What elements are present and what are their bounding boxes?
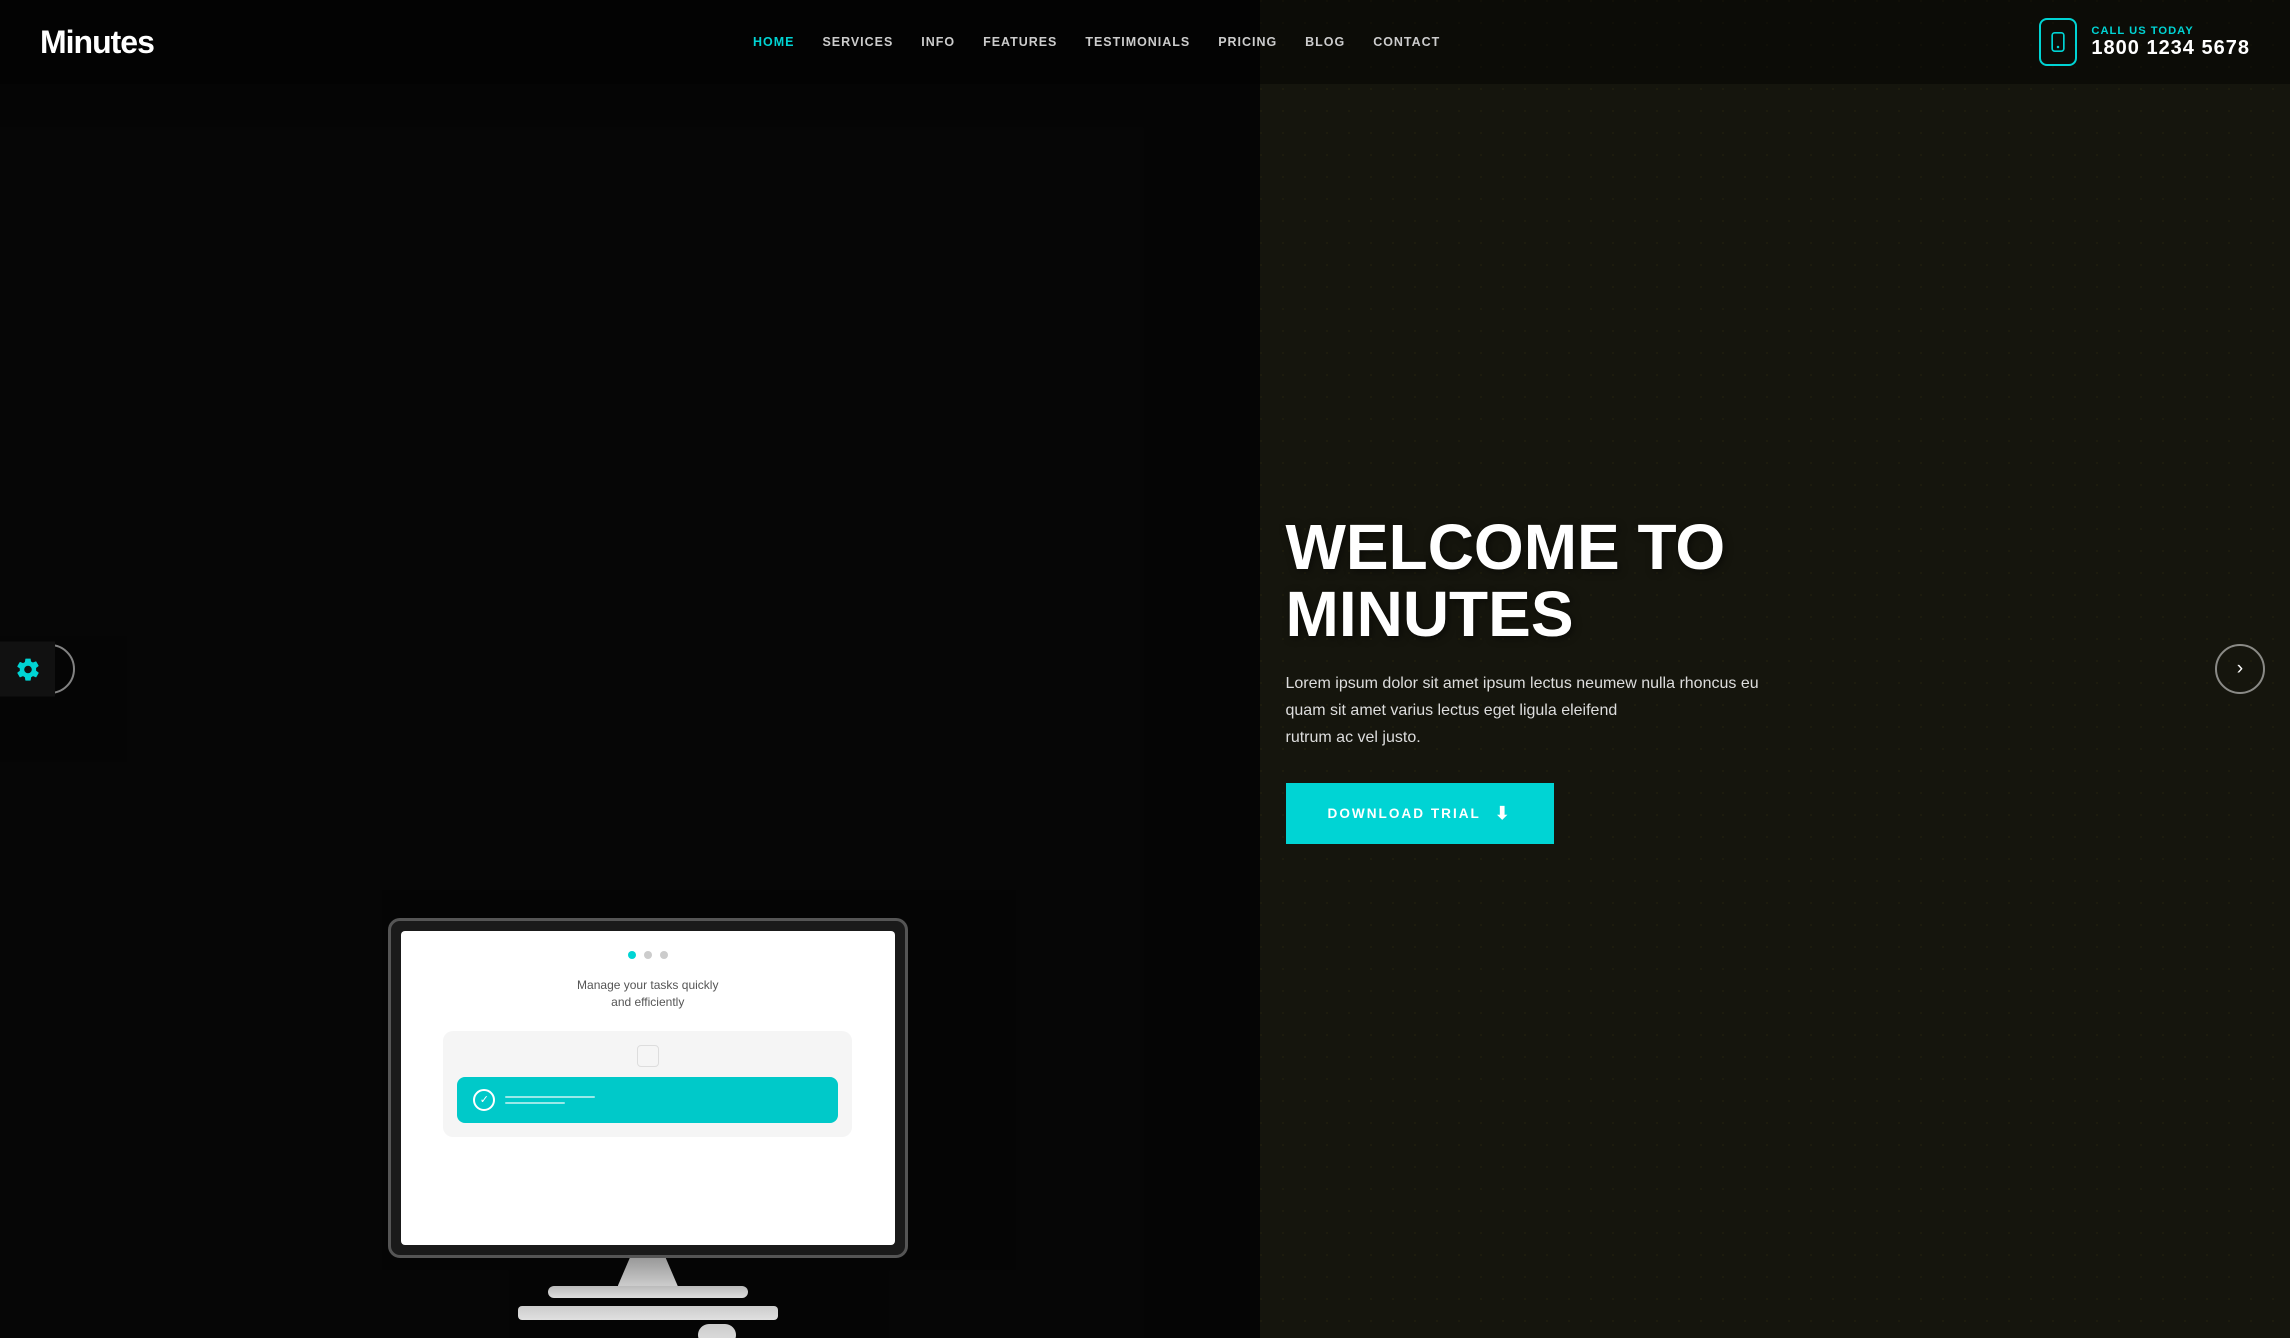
site-logo: Minutes: [40, 24, 154, 61]
main-nav: HOME SERVICES INFO FEATURES TESTIMONIALS…: [753, 33, 1440, 51]
nav-pricing[interactable]: PRICING: [1218, 35, 1277, 49]
hero-title: WELCOME TO MINUTES: [1286, 514, 2251, 648]
card-lines: [505, 1096, 595, 1104]
keyboard: [518, 1306, 778, 1320]
screen-dots: [628, 951, 668, 959]
download-icon: ⬇: [1495, 803, 1512, 824]
mouse: [698, 1324, 736, 1338]
download-trial-button[interactable]: DOWNLOAD TRIAL ⬇: [1286, 783, 1554, 844]
phone-number: 1800 1234 5678: [2091, 37, 2250, 59]
nav-features[interactable]: FEATURES: [983, 35, 1057, 49]
hero-title-line1: WELCOME TO: [1286, 511, 1726, 583]
header-phone: CALL US TODAY 1800 1234 5678: [2039, 18, 2250, 66]
site-header: Minutes HOME SERVICES INFO FEATURES TEST…: [0, 0, 2290, 84]
phone-text: CALL US TODAY 1800 1234 5678: [2091, 25, 2250, 60]
call-label: CALL US TODAY: [2091, 25, 2250, 37]
monitor-stand: [618, 1258, 678, 1286]
hero-content: Manage your tasks quicklyand efficiently…: [0, 0, 2290, 1338]
dot-2: [644, 951, 652, 959]
screen-title: Manage your tasks quicklyand efficiently: [577, 977, 718, 1011]
check-icon: ✓: [473, 1089, 495, 1111]
dot-1: [628, 951, 636, 959]
nav-services[interactable]: SERVICES: [822, 35, 893, 49]
hero-left: Manage your tasks quicklyand efficiently…: [40, 0, 1256, 1338]
monitor-screen: Manage your tasks quicklyand efficiently…: [401, 931, 895, 1245]
dot-3: [660, 951, 668, 959]
hero-title-line2: MINUTES: [1286, 578, 1574, 650]
nav-contact[interactable]: CONTACT: [1373, 35, 1440, 49]
screen-card-inner: ✓: [457, 1077, 838, 1123]
desktop-mockup: Manage your tasks quicklyand efficiently…: [388, 918, 908, 1338]
nav-home[interactable]: HOME: [753, 35, 794, 49]
hero-section: Minutes HOME SERVICES INFO FEATURES TEST…: [0, 0, 2290, 1338]
settings-button[interactable]: [0, 642, 55, 697]
nav-testimonials[interactable]: TESTIMONIALS: [1085, 35, 1190, 49]
phone-icon: [2039, 18, 2077, 66]
screen-card: ✓: [443, 1031, 852, 1137]
carousel-next-button[interactable]: ›: [2215, 644, 2265, 694]
card-line-1: [505, 1096, 595, 1098]
monitor: Manage your tasks quicklyand efficiently…: [388, 918, 908, 1258]
nav-blog[interactable]: BLOG: [1305, 35, 1345, 49]
next-icon: ›: [2237, 658, 2243, 680]
hero-right: WELCOME TO MINUTES Lorem ipsum dolor sit…: [1256, 494, 2251, 845]
download-label: DOWNLOAD TRIAL: [1328, 806, 1481, 821]
hero-description: Lorem ipsum dolor sit amet ipsum lectus …: [1286, 670, 1786, 752]
nav-info[interactable]: INFO: [921, 35, 955, 49]
card-line-2: [505, 1102, 565, 1104]
monitor-base: [548, 1286, 748, 1298]
